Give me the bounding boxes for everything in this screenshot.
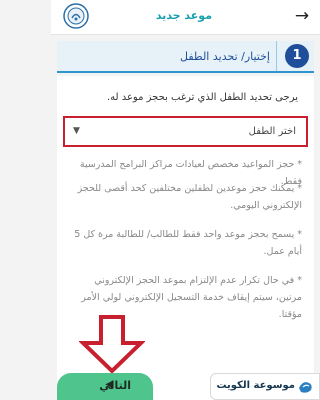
chevron-left-icon: ◀ bbox=[105, 379, 113, 390]
step-header: 1 إختيار/ تحديد الطفل bbox=[57, 41, 314, 73]
child-select-value: اختر الطفل bbox=[248, 126, 296, 137]
back-arrow-icon[interactable]: → bbox=[292, 6, 312, 26]
instruction-text: يرجى تحديد الطفل الذي ترغب بحجز موعد له. bbox=[106, 92, 298, 103]
step-number-badge: 1 bbox=[285, 44, 309, 68]
next-button[interactable]: التالي ◀ bbox=[57, 373, 153, 400]
page-title: موعد جديد bbox=[155, 9, 212, 22]
down-arrow-icon bbox=[79, 315, 145, 373]
step-label: إختيار/ تحديد الطفل bbox=[180, 50, 270, 63]
note-3: * يسمح بحجز موعد واحد فقط للطالب/ للطالب… bbox=[74, 229, 302, 257]
step-divider bbox=[276, 41, 277, 71]
next-button-label: التالي bbox=[99, 379, 131, 392]
ministry-logo-icon bbox=[63, 3, 89, 29]
child-select[interactable]: اختر الطفل ▼ bbox=[63, 116, 308, 147]
watermark: موسوعة الكويت bbox=[210, 373, 320, 400]
watermark-text: موسوعة الكويت bbox=[216, 380, 295, 391]
dropdown-caret-icon: ▼ bbox=[73, 126, 80, 136]
watermark-logo-icon bbox=[299, 382, 312, 393]
note-2: * يمكنك حجز موعدين لطفلين مختلفين كحد أق… bbox=[77, 183, 302, 211]
top-bar: → موعد جديد bbox=[51, 0, 320, 35]
